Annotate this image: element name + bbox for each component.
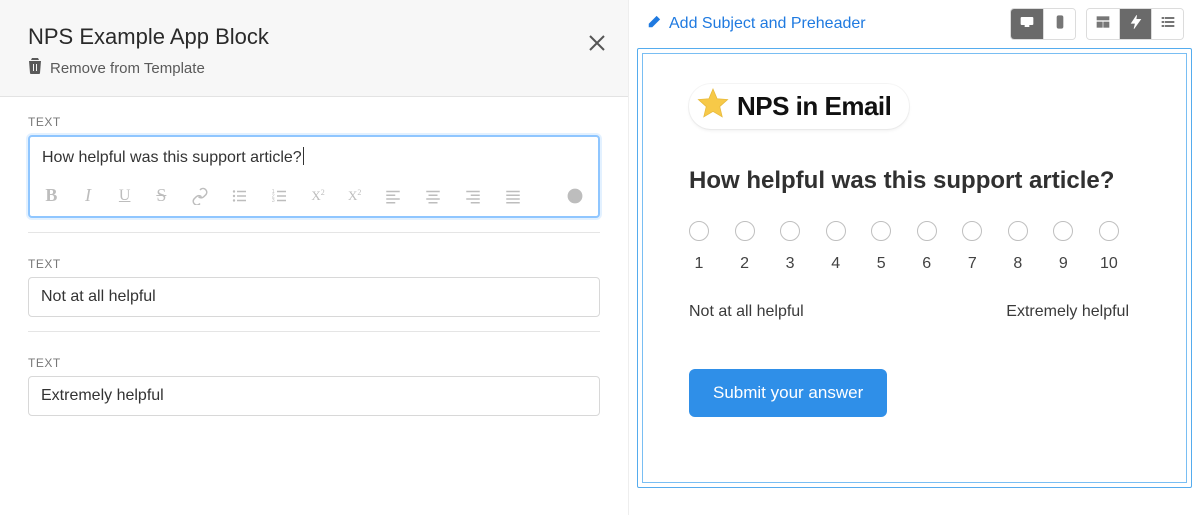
lightning-button[interactable] — [1119, 9, 1151, 39]
desktop-view-button[interactable] — [1011, 9, 1043, 39]
preview-area: NPS in Email How helpful was this suppor… — [629, 48, 1200, 496]
high-anchor-input[interactable] — [28, 376, 600, 416]
underline-button[interactable]: U — [117, 187, 132, 205]
scale-number: 7 — [968, 255, 977, 273]
scale-number: 3 — [786, 255, 795, 273]
scale-number: 5 — [877, 255, 886, 273]
scale-number: 4 — [831, 255, 840, 273]
scale-item-3: 3 — [780, 221, 800, 273]
field-label: TEXT — [28, 115, 600, 129]
scale-row: 1 2 3 4 5 6 7 8 9 10 — [689, 221, 1119, 273]
desktop-icon — [1019, 14, 1035, 35]
preview-selection-outline: NPS in Email How helpful was this suppor… — [637, 48, 1192, 488]
field-label: TEXT — [28, 356, 600, 370]
rich-text-content[interactable]: How helpful was this support article? — [30, 137, 598, 177]
star-icon — [695, 86, 731, 127]
scale-item-9: 9 — [1053, 221, 1073, 273]
svg-text:3: 3 — [271, 198, 274, 204]
list-icon — [1160, 14, 1176, 35]
scale-radio-4[interactable] — [826, 221, 846, 241]
link-button[interactable] — [191, 187, 209, 205]
scale-item-10: 10 — [1099, 221, 1119, 273]
italic-button[interactable]: I — [81, 185, 96, 206]
scale-radio-2[interactable] — [735, 221, 755, 241]
editor-body: TEXT How helpful was this support articl… — [0, 97, 628, 515]
preview-panel: Add Subject and Preheader — [628, 0, 1200, 515]
preview-topbar: Add Subject and Preheader — [629, 0, 1200, 48]
nps-badge-text: NPS in Email — [737, 91, 891, 122]
add-subject-label: Add Subject and Preheader — [669, 15, 866, 33]
close-panel-button[interactable] — [588, 34, 606, 57]
mobile-icon — [1052, 14, 1068, 35]
rich-text-toolbar: B I U S 123 X2 X2 — [30, 177, 598, 216]
layout-icon — [1095, 14, 1111, 35]
ul-button[interactable] — [231, 187, 249, 205]
scale-radio-6[interactable] — [917, 221, 937, 241]
text-field-3: TEXT — [28, 356, 600, 416]
align-right-button[interactable] — [464, 187, 482, 205]
emoji-button[interactable] — [566, 187, 584, 205]
bold-button[interactable]: B — [44, 185, 59, 206]
mode-toggle — [1086, 8, 1184, 40]
ol-button[interactable]: 123 — [271, 187, 289, 205]
layout-button[interactable] — [1087, 9, 1119, 39]
scale-radio-10[interactable] — [1099, 221, 1119, 241]
scale-radio-8[interactable] — [1008, 221, 1028, 241]
low-anchor-label: Not at all helpful — [689, 303, 804, 321]
remove-label: Remove from Template — [50, 60, 205, 77]
scale-item-4: 4 — [826, 221, 846, 273]
editor-header: NPS Example App Block Remove from Templa… — [0, 0, 628, 97]
add-subject-link[interactable]: Add Subject and Preheader — [647, 15, 866, 34]
scale-number: 9 — [1059, 255, 1068, 273]
editor-panel: NPS Example App Block Remove from Templa… — [0, 0, 628, 515]
trash-icon — [28, 58, 42, 78]
scale-number: 10 — [1100, 255, 1118, 273]
field-label: TEXT — [28, 257, 600, 271]
mobile-view-button[interactable] — [1043, 9, 1075, 39]
high-anchor-label: Extremely helpful — [1006, 303, 1129, 321]
survey-question: How helpful was this support article? — [689, 167, 1140, 195]
align-center-button[interactable] — [424, 187, 442, 205]
nps-badge: NPS in Email — [689, 84, 909, 129]
scale-number: 2 — [740, 255, 749, 273]
view-controls — [1010, 8, 1184, 40]
subscript-button[interactable]: X2 — [311, 188, 326, 204]
superscript-button[interactable]: X2 — [347, 188, 362, 204]
strike-button[interactable]: S — [154, 185, 169, 206]
scale-item-2: 2 — [735, 221, 755, 273]
email-preview[interactable]: NPS in Email How helpful was this suppor… — [642, 53, 1187, 483]
scale-number: 8 — [1013, 255, 1022, 273]
anchor-row: Not at all helpful Extremely helpful — [689, 303, 1129, 321]
text-field-1: TEXT How helpful was this support articl… — [28, 115, 600, 218]
align-justify-button[interactable] — [504, 187, 522, 205]
submit-button[interactable]: Submit your answer — [689, 369, 887, 417]
scale-radio-3[interactable] — [780, 221, 800, 241]
lightning-icon — [1128, 14, 1144, 35]
pencil-icon — [647, 15, 661, 34]
scale-item-7: 7 — [962, 221, 982, 273]
scale-radio-5[interactable] — [871, 221, 891, 241]
low-anchor-input[interactable] — [28, 277, 600, 317]
remove-from-template[interactable]: Remove from Template — [28, 58, 600, 78]
outline-button[interactable] — [1151, 9, 1183, 39]
scale-radio-7[interactable] — [962, 221, 982, 241]
scale-item-6: 6 — [917, 221, 937, 273]
block-title: NPS Example App Block — [28, 24, 600, 50]
text-field-2: TEXT — [28, 257, 600, 317]
scale-item-5: 5 — [871, 221, 891, 273]
scale-number: 6 — [922, 255, 931, 273]
scale-item-1: 1 — [689, 221, 709, 273]
scale-radio-1[interactable] — [689, 221, 709, 241]
divider — [28, 331, 600, 332]
divider — [28, 232, 600, 233]
rich-text-editor[interactable]: How helpful was this support article? B … — [28, 135, 600, 218]
align-left-button[interactable] — [384, 187, 402, 205]
scale-radio-9[interactable] — [1053, 221, 1073, 241]
device-toggle — [1010, 8, 1076, 40]
scale-number: 1 — [695, 255, 704, 273]
close-icon — [588, 39, 606, 56]
scale-item-8: 8 — [1008, 221, 1028, 273]
